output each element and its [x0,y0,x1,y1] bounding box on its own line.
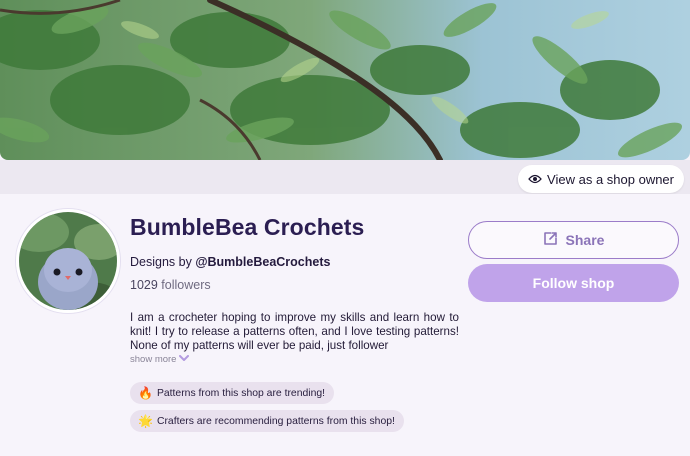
shop-avatar [16,209,120,313]
trending-badge-text: Patterns from this shop are trending! [156,387,326,399]
shop-bio: I am a crocheter hoping to improve my sk… [130,311,459,353]
followers-count: 1029 followers [130,278,211,292]
share-label: Share [565,232,605,248]
followers-label: followers [157,278,211,292]
follow-shop-button[interactable]: Follow shop [468,264,679,302]
fire-icon: 🔥 [138,386,153,400]
share-button[interactable]: Share [468,221,679,259]
recommended-badge: 🌟 Crafters are recommending patterns fro… [130,410,404,432]
share-icon [543,231,558,249]
designer-handle-link[interactable]: @BumbleBeaCrochets [195,255,330,269]
shop-name: BumbleBea Crochets [130,214,365,240]
recommended-badge-text: Crafters are recommending patterns from … [156,415,395,427]
star-icon: 🌟 [138,414,153,428]
show-more-label: show more [130,354,177,365]
shop-banner [0,0,690,160]
follow-shop-label: Follow shop [532,275,615,291]
banner-image [0,0,690,160]
trending-badge: 🔥 Patterns from this shop are trending! [130,382,335,404]
view-as-owner-button[interactable]: View as a shop owner [518,165,684,193]
view-as-owner-label: View as a shop owner [547,171,674,187]
eye-icon [528,172,542,187]
show-more-button[interactable]: show more [130,354,190,365]
followers-number: 1029 [130,278,158,292]
designs-by-prefix: Designs by [130,255,196,269]
designs-by: Designs by @BumbleBeaCrochets [130,255,330,269]
chevron-down-icon [179,354,190,365]
